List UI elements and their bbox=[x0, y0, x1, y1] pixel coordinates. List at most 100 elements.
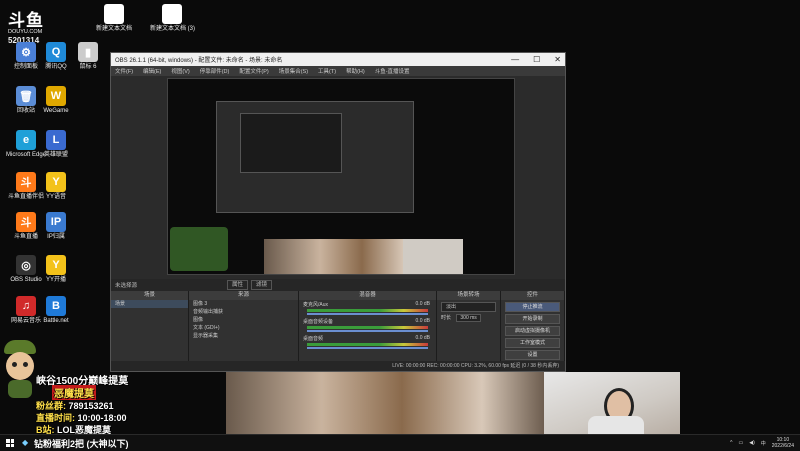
obs-state-bar: 未选择源 属性 滤镜 bbox=[111, 279, 565, 291]
filters-button[interactable]: 滤镜 bbox=[251, 280, 273, 290]
menu-item[interactable]: 帮助(H) bbox=[346, 67, 365, 75]
duration-input[interactable]: 300 ms bbox=[456, 314, 481, 322]
desktop-icon[interactable]: Y YY语音 bbox=[34, 172, 78, 201]
network-icon[interactable]: ▭ bbox=[738, 440, 743, 446]
control-button[interactable]: 启动虚拟摄像机 bbox=[505, 326, 560, 336]
desktop-file-label: 新建文本文档 bbox=[95, 26, 132, 32]
up-arrow-icon[interactable]: ^ bbox=[730, 440, 732, 446]
live-time-value: 10:00-18:00 bbox=[77, 413, 127, 423]
desktop-file-2[interactable]: 新建文本文档 (3) bbox=[150, 4, 196, 33]
system-tray: ^ ▭ ◀) 中 10:10 2022/6/24 bbox=[730, 435, 794, 451]
app-icon: 斗 bbox=[16, 172, 36, 192]
clock[interactable]: 10:10 2022/6/24 bbox=[772, 437, 794, 449]
desktop-icon-label: WeGame bbox=[43, 108, 69, 114]
live-time-label: 直播时间: bbox=[36, 413, 75, 423]
duration-label: 时长 bbox=[441, 315, 452, 321]
scene-item[interactable]: 场景 bbox=[111, 300, 188, 308]
menu-item[interactable]: 斗鱼-直播设置 bbox=[375, 67, 410, 75]
source-item[interactable]: 图像 3 bbox=[189, 300, 298, 308]
fan-group-label: 粉丝群: bbox=[36, 401, 66, 411]
app-icon: ◎ bbox=[16, 255, 36, 275]
mixer-channel: 桌面音频 0.0 dB bbox=[299, 334, 436, 351]
transition-select[interactable]: 淡出 bbox=[441, 302, 496, 312]
channel-db: 0.0 dB bbox=[415, 318, 430, 324]
scenes-dock: 场景 场景 bbox=[111, 291, 189, 361]
channel-name: 桌面音频设备 bbox=[303, 319, 334, 325]
logo-url: DOUYU.COM bbox=[8, 29, 43, 35]
volume-slider[interactable] bbox=[307, 313, 428, 315]
obs-window[interactable]: OBS 26.1.1 (64-bit, windows) - 配置文件: 未命名… bbox=[110, 52, 566, 372]
taskbar: ◆ 钻粉福利2把 (大神以下) ^ ▭ ◀) 中 10:10 2022/6/24 bbox=[0, 434, 800, 451]
app-icon: Y bbox=[46, 255, 66, 275]
mixer-dock: 混音器 麦克风/Aux 0.0 dB 桌面音频设备 0.0 dB 桌面音频 0.0 dB bbox=[299, 291, 437, 361]
app-icon: e bbox=[16, 130, 36, 150]
app-icon: 🗑 bbox=[16, 86, 36, 106]
desktop-icon-label: YY开播 bbox=[45, 277, 66, 283]
source-item[interactable]: 显示器采集 bbox=[189, 332, 298, 340]
desktop-icon[interactable]: W WeGame bbox=[34, 86, 78, 115]
app-icon: ▮ bbox=[78, 42, 98, 62]
menu-item[interactable]: 编辑(E) bbox=[143, 67, 161, 75]
vip-welfare-text: 钻粉福利2把 (大神以下) bbox=[34, 439, 129, 449]
mixer-channel: 麦克风/Aux 0.0 dB bbox=[299, 300, 436, 317]
preview-inner-window-2 bbox=[240, 113, 342, 173]
streamer-body bbox=[588, 416, 644, 434]
desktop-file-1[interactable]: 新建文本文档 bbox=[92, 4, 136, 33]
maximize-icon[interactable]: ☐ bbox=[533, 53, 540, 66]
desktop-icon[interactable]: ▮ 鼠标 6 bbox=[66, 42, 110, 71]
channel-db: 0.0 dB bbox=[415, 335, 430, 341]
preview-cam bbox=[403, 239, 463, 274]
menu-item[interactable]: 停靠部件(D) bbox=[200, 67, 230, 75]
properties-button[interactable]: 属性 bbox=[227, 280, 249, 290]
menu-item[interactable]: 文件(F) bbox=[115, 67, 133, 75]
duration-row: 时长 300 ms bbox=[437, 314, 500, 322]
obs-titlebar[interactable]: OBS 26.1.1 (64-bit, windows) - 配置文件: 未命名… bbox=[111, 53, 565, 66]
app-icon: ⚙ bbox=[16, 42, 36, 62]
app-icon: ♫ bbox=[16, 296, 36, 316]
app-icon: Q bbox=[46, 42, 66, 62]
menu-item[interactable]: 工具(T) bbox=[318, 67, 336, 75]
control-button[interactable]: 工作室模式 bbox=[505, 338, 560, 348]
menu-item[interactable]: 场景集合(S) bbox=[279, 67, 308, 75]
volume-slider[interactable] bbox=[307, 347, 428, 349]
desktop-icon-label: Battle.net bbox=[43, 318, 69, 324]
fan-group-value: 789153261 bbox=[68, 401, 114, 411]
teemo-avatar bbox=[2, 340, 38, 400]
text-file-icon bbox=[162, 4, 182, 24]
menu-item[interactable]: 视图(V) bbox=[171, 67, 189, 75]
close-icon[interactable]: ✕ bbox=[554, 53, 561, 66]
source-item[interactable]: 文本 (GDI+) bbox=[189, 324, 298, 332]
app-icon: 斗 bbox=[16, 212, 36, 232]
transitions-title: 场景转场 bbox=[437, 291, 500, 300]
minimize-icon[interactable]: — bbox=[511, 53, 519, 66]
transitions-dock: 场景转场 淡出 时长 300 ms bbox=[437, 291, 501, 361]
desktop-icon-label: 英雄联盟 bbox=[43, 152, 68, 158]
text-file-icon bbox=[104, 4, 124, 24]
obs-menubar: 文件(F) 编辑(E) 视图(V) 停靠部件(D) 配置文件(P) 场景集合(S) 工具(T… bbox=[111, 66, 565, 76]
sources-title: 来源 bbox=[189, 291, 298, 300]
desktop-icon-label: 鼠标 6 bbox=[79, 64, 97, 70]
menu-item[interactable]: 配置文件(P) bbox=[239, 67, 268, 75]
app-icon: B bbox=[46, 296, 66, 316]
source-item[interactable]: 音频输出捕获 bbox=[189, 308, 298, 316]
volume-meter bbox=[307, 343, 428, 346]
control-button[interactable]: 设置 bbox=[505, 350, 560, 360]
volume-icon[interactable]: ◀) bbox=[749, 440, 755, 446]
volume-slider[interactable] bbox=[307, 330, 428, 332]
preview-photo bbox=[264, 239, 404, 274]
no-source-label: 未选择源 bbox=[115, 283, 138, 289]
desktop-icon[interactable]: Y YY开播 bbox=[34, 255, 78, 284]
app-icon: Y bbox=[46, 172, 66, 192]
ime-indicator[interactable]: 中 bbox=[761, 440, 766, 447]
volume-meter bbox=[307, 326, 428, 329]
desktop-icon[interactable]: L 英雄联盟 bbox=[34, 130, 78, 159]
source-item[interactable]: 图像 bbox=[189, 316, 298, 324]
desktop-icon[interactable]: B Battle.net bbox=[34, 296, 78, 325]
obs-preview[interactable] bbox=[167, 78, 515, 275]
control-button[interactable]: 开始录制 bbox=[505, 314, 560, 324]
mixer-channel: 桌面音频设备 0.0 dB bbox=[299, 317, 436, 334]
desktop-file-label: 新建文本文档 (3) bbox=[150, 26, 196, 32]
windows-start-icon[interactable] bbox=[6, 439, 14, 447]
control-button[interactable]: 停止推流 bbox=[505, 302, 560, 312]
desktop-icon[interactable]: IP IP归属 bbox=[34, 212, 78, 241]
